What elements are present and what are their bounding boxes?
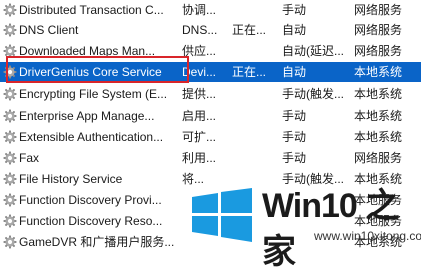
service-startup-type: 手动 bbox=[282, 109, 307, 123]
service-log-on-as: 网络服务 bbox=[354, 3, 403, 17]
watermark-title: Win10 之家 bbox=[262, 187, 399, 271]
gear-icon bbox=[3, 87, 17, 101]
service-log-on-as: 网络服务 bbox=[354, 44, 403, 58]
service-description: 提供... bbox=[182, 87, 217, 101]
service-name: Function Discovery Provi... bbox=[19, 193, 162, 207]
service-startup-type: 自动(延迟... bbox=[282, 44, 344, 58]
gear-icon bbox=[3, 151, 17, 165]
gear-icon bbox=[3, 214, 17, 228]
service-description: 启用... bbox=[182, 109, 217, 123]
service-description: Devi... bbox=[182, 65, 217, 79]
gear-icon bbox=[3, 44, 17, 58]
watermark: Win10 之家 www.win10xitong.com bbox=[190, 183, 421, 271]
service-startup-type: 手动(触发... bbox=[282, 87, 344, 101]
gear-icon bbox=[3, 3, 17, 17]
service-row[interactable]: Extensible Authentication... 可扩... 手动 本地系统 bbox=[0, 127, 421, 147]
service-status bbox=[232, 41, 278, 61]
gear-icon bbox=[3, 172, 17, 186]
service-row[interactable]: Fax 利用... 手动 网络服务 bbox=[0, 148, 421, 168]
service-row[interactable]: DNS Client DNS... 正在... 自动 网络服务 bbox=[0, 20, 421, 40]
service-name: Extensible Authentication... bbox=[19, 130, 164, 144]
service-row[interactable]: Downloaded Maps Man... 供应... 自动(延迟... 网络服务 bbox=[0, 41, 421, 61]
service-row[interactable]: Encrypting File System (E... 提供... 手动(触发..… bbox=[0, 84, 421, 104]
service-startup-type: 自动 bbox=[282, 23, 307, 37]
service-status: 正在... bbox=[232, 65, 267, 79]
service-name: GameDVR 和广播用户服务... bbox=[19, 235, 175, 249]
service-description: 利用... bbox=[182, 151, 217, 165]
gear-icon bbox=[3, 193, 17, 207]
service-name: DNS Client bbox=[19, 23, 79, 37]
service-description: 可扩... bbox=[182, 130, 217, 144]
service-status bbox=[232, 127, 278, 147]
service-log-on-as: 本地系统 bbox=[354, 65, 403, 79]
service-status bbox=[232, 0, 278, 20]
service-startup-type: 手动 bbox=[282, 3, 307, 17]
service-row[interactable]: DriverGenius Core Service Devi... 正在... 自动 本… bbox=[0, 62, 421, 82]
service-status bbox=[232, 148, 278, 168]
service-description: 供应... bbox=[182, 44, 217, 58]
service-status: 正在... bbox=[232, 23, 267, 37]
service-name: Distributed Transaction C... bbox=[19, 3, 164, 17]
service-description: DNS... bbox=[182, 23, 218, 37]
watermark-url: www.win10xitong.com bbox=[314, 229, 421, 243]
gear-icon bbox=[3, 235, 17, 249]
service-log-on-as: 网络服务 bbox=[354, 23, 403, 37]
service-startup-type: 手动 bbox=[282, 130, 307, 144]
service-log-on-as: 本地系统 bbox=[354, 130, 403, 144]
service-log-on-as: 网络服务 bbox=[354, 151, 403, 165]
service-log-on-as: 本地系统 bbox=[354, 109, 403, 123]
service-startup-type: 自动 bbox=[282, 65, 307, 79]
service-name: Function Discovery Reso... bbox=[19, 214, 163, 228]
gear-icon bbox=[3, 23, 17, 37]
service-name: Downloaded Maps Man... bbox=[19, 44, 156, 58]
service-row[interactable]: Distributed Transaction C... 协调... 手动 网络服务 bbox=[0, 0, 421, 20]
service-status bbox=[232, 106, 278, 126]
service-description: 协调... bbox=[182, 3, 217, 17]
service-name: DriverGenius Core Service bbox=[19, 65, 162, 79]
windows-logo-icon bbox=[192, 188, 252, 242]
gear-icon bbox=[3, 130, 17, 144]
service-name: Encrypting File System (E... bbox=[19, 87, 168, 101]
service-name: File History Service bbox=[19, 172, 123, 186]
gear-icon bbox=[3, 109, 17, 123]
gear-icon bbox=[3, 65, 17, 79]
service-name: Fax bbox=[19, 151, 40, 165]
service-status bbox=[232, 84, 278, 104]
service-log-on-as: 本地系统 bbox=[354, 87, 403, 101]
service-startup-type: 手动 bbox=[282, 151, 307, 165]
service-row[interactable]: Enterprise App Manage... 启用... 手动 本地系统 bbox=[0, 106, 421, 126]
service-name: Enterprise App Manage... bbox=[19, 109, 155, 123]
